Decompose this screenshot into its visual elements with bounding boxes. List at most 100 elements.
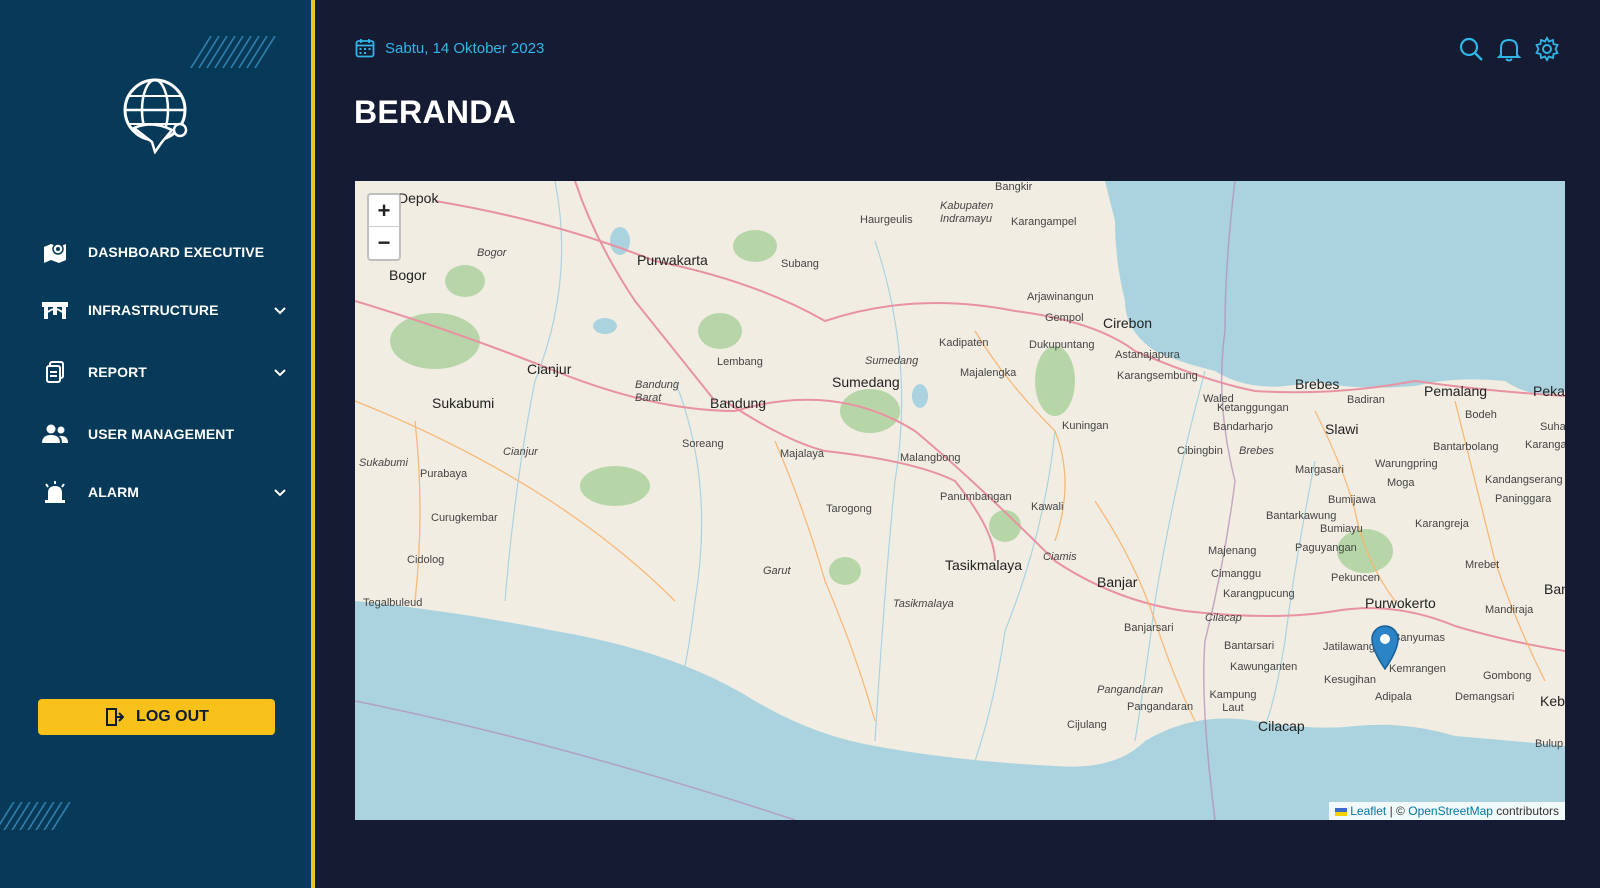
map-label: Cidolog <box>407 554 445 566</box>
map-label: Pekuncen <box>1331 572 1380 584</box>
map-label: Sukabumi <box>359 457 408 469</box>
map-label: Malangbong <box>900 452 961 464</box>
sidebar-item-label: INFRASTRUCTURE <box>88 302 219 318</box>
map-label: Brebes <box>1295 376 1340 392</box>
map-label: Cilacap <box>1258 718 1305 734</box>
map-label: Demangsari <box>1455 691 1515 703</box>
map-label: Peka <box>1533 383 1565 399</box>
header-actions <box>1458 36 1560 62</box>
map-label: Mrebet <box>1465 559 1500 571</box>
sidebar-item-label: ALARM <box>88 484 140 500</box>
app-logo <box>123 78 188 154</box>
bridge-icon <box>42 297 68 323</box>
map-label: Tasikmalaya <box>945 557 1023 573</box>
map-label: Karangreja <box>1415 518 1469 530</box>
search-icon[interactable] <box>1458 36 1484 62</box>
map-label: Bandung Barat <box>635 379 680 404</box>
map-label: Kawunganten <box>1230 661 1298 673</box>
map-label: Bandung <box>710 395 767 411</box>
map-label: Paguyangan <box>1295 542 1357 554</box>
map-label: Depok <box>398 190 439 206</box>
zoom-control: + − <box>367 193 401 261</box>
map-label: Karangpucung <box>1223 588 1295 600</box>
map-label: Kadipaten <box>939 337 989 349</box>
map-label: Kesugihan <box>1324 674 1376 686</box>
bell-icon[interactable] <box>1496 36 1522 62</box>
map-label: Purwakarta <box>637 252 708 268</box>
map-label: Purabaya <box>420 468 468 480</box>
date-text: Sabtu, 14 Oktober 2023 <box>385 39 545 57</box>
sidebar-item-label: DASHBOARD EXECUTIVE <box>88 244 265 260</box>
map-label: Ban <box>1544 581 1565 597</box>
map-label: Ciamis <box>1043 551 1077 563</box>
logout-label: LOG OUT <box>136 708 209 725</box>
map-label: Bodeh <box>1465 409 1497 421</box>
map-label: Karangampel <box>1011 216 1077 228</box>
report-icon <box>42 359 68 385</box>
chevron-down-icon[interactable] <box>272 484 288 500</box>
gear-icon[interactable] <box>1534 36 1560 62</box>
map-label: Bumijawa <box>1328 494 1376 506</box>
leaflet-link[interactable]: Leaflet <box>1350 804 1386 818</box>
sidebar-item-alarm[interactable]: ALARM <box>0 470 311 514</box>
map-marker-icon[interactable] <box>1370 624 1400 670</box>
attribution-suffix: contributors <box>1496 804 1559 818</box>
sidebar-item-dashboard-executive[interactable]: DASHBOARD EXECUTIVE <box>0 230 311 274</box>
map-label: Kampung Laut <box>1209 689 1257 714</box>
map-label: Kandangserang <box>1485 474 1563 486</box>
map-label: Banjar <box>1097 574 1138 590</box>
sidebar-item-label: USER MANAGEMENT <box>88 426 235 442</box>
map-label: Bantarkawung <box>1266 510 1337 522</box>
chevron-down-icon[interactable] <box>272 364 288 380</box>
map-label: Bantarbolang <box>1433 441 1499 453</box>
sidebar: DASHBOARD EXECUTIVE INFRASTRUCTURE REPOR… <box>0 0 315 888</box>
attribution-separator: | © <box>1389 804 1405 818</box>
map-label: Tegalbuleud <box>363 597 423 609</box>
alarm-icon <box>42 479 68 505</box>
map-label: Arjawinangun <box>1027 291 1094 303</box>
map-label: Warungpring <box>1375 458 1438 470</box>
map-label: Brebes <box>1239 445 1274 457</box>
map-label: Ketanggungan <box>1217 402 1289 414</box>
map-label: Lembang <box>717 356 763 368</box>
map-label: Pangandaran <box>1127 701 1194 713</box>
map-label: Bogor <box>389 267 427 283</box>
map-label: Subang <box>781 258 819 270</box>
map-label: Slawi <box>1325 421 1359 437</box>
map-label: Majenang <box>1208 545 1257 557</box>
calendar-icon <box>355 39 375 58</box>
map-location-icon <box>42 239 68 265</box>
map-label: Pangandaran <box>1097 684 1164 696</box>
map-label: Kebu <box>1540 693 1565 709</box>
map-label: Cilacap <box>1205 612 1242 624</box>
map-label: Garut <box>763 565 791 577</box>
sidebar-item-report[interactable]: REPORT <box>0 350 311 394</box>
zoom-out-button[interactable]: − <box>369 227 399 259</box>
openstreetmap-link[interactable]: OpenStreetMap <box>1408 804 1493 818</box>
map-label: Gombong <box>1483 670 1532 682</box>
map-label: Cirebon <box>1103 315 1153 331</box>
map-label: Sumedang <box>865 355 919 367</box>
sidebar-item-user-management[interactable]: USER MANAGEMENT <box>0 412 311 456</box>
decorative-stripes <box>0 802 71 830</box>
map-label: Kawali <box>1031 501 1064 513</box>
map-label: Soreang <box>682 438 724 450</box>
map-label: Tarogong <box>826 503 872 515</box>
map-label: Suha <box>1540 421 1565 433</box>
current-date: Sabtu, 14 Oktober 2023 <box>355 38 544 58</box>
map-label: Sukabumi <box>432 395 495 411</box>
chevron-down-icon[interactable] <box>272 302 288 318</box>
zoom-in-button[interactable]: + <box>369 195 399 227</box>
map-view[interactable]: Depok Bogor Bogor Purwakarta Subang Haur… <box>355 181 1565 820</box>
map-label: Kuningan <box>1062 420 1109 432</box>
map-label: Karangsembung <box>1117 370 1198 382</box>
map-label: Bantarsari <box>1224 640 1275 652</box>
sidebar-item-label: REPORT <box>88 364 147 380</box>
map-label: Paninggara <box>1495 493 1552 505</box>
logout-button[interactable]: LOG OUT <box>38 699 275 735</box>
map-label: Adipala <box>1375 691 1412 703</box>
map-label: Pemalang <box>1424 383 1488 399</box>
map-label: Jatilawang <box>1323 641 1375 653</box>
sidebar-item-infrastructure[interactable]: INFRASTRUCTURE <box>0 288 311 332</box>
map-label: Cibingbin <box>1177 445 1223 457</box>
